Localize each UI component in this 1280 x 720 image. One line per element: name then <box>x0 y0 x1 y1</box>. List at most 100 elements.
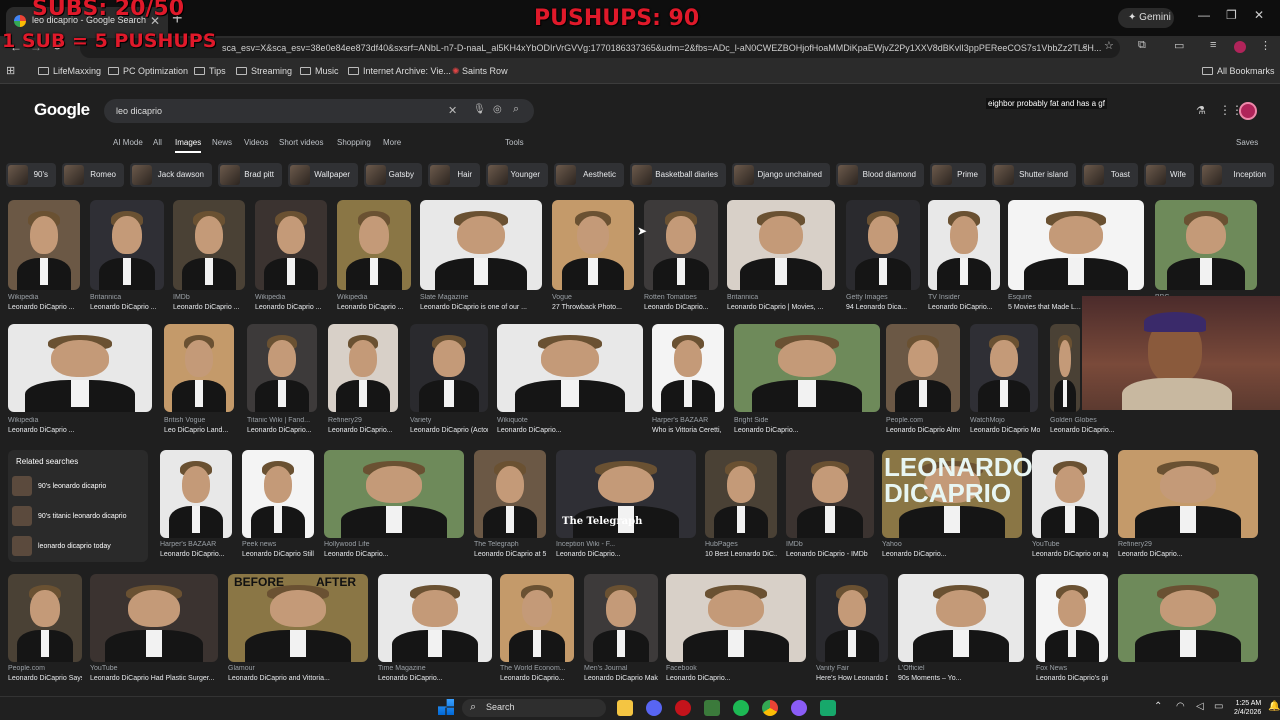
image-result[interactable] <box>705 450 777 538</box>
taskbar-search[interactable]: Search <box>462 699 606 717</box>
image-result[interactable] <box>164 324 234 412</box>
image-caption[interactable] <box>1118 665 1258 675</box>
app-icon[interactable] <box>704 700 720 716</box>
tools-button[interactable]: Tools <box>505 138 524 147</box>
image-caption[interactable]: Men's Journal Leonardo DiCaprio Makes Rar… <box>584 665 658 682</box>
image-result[interactable] <box>928 200 1000 290</box>
tab-shopping[interactable]: Shopping <box>337 138 371 147</box>
image-caption[interactable]: Fox News Leonardo DiCaprio's girlfriend .… <box>1036 665 1108 682</box>
chip[interactable]: Younger <box>486 163 548 187</box>
image-caption[interactable]: Golden Globes Leonardo DiCaprio... <box>1050 417 1120 434</box>
image-caption[interactable]: Time Magazine Leonardo DiCaprio... <box>378 665 492 682</box>
image-result[interactable] <box>420 200 542 290</box>
image-result[interactable] <box>886 324 960 412</box>
tab-short-videos[interactable]: Short videos <box>279 138 323 147</box>
minimize-icon[interactable]: — <box>1198 8 1210 22</box>
zoom-search-icon[interactable]: ⌕ <box>1082 40 1088 53</box>
image-caption[interactable]: Wikipedia Leonardo DiCaprio ... <box>337 294 411 311</box>
related-item[interactable]: 90's leonardo dicaprio <box>12 476 106 496</box>
image-result[interactable] <box>727 200 835 290</box>
chip[interactable]: Inception <box>1200 163 1274 187</box>
chip[interactable]: Toast <box>1082 163 1138 187</box>
image-caption[interactable]: IMDb Leonardo DiCaprio - IMDb <box>786 541 874 558</box>
image-caption[interactable]: Facebook Leonardo DiCaprio... <box>666 665 806 682</box>
chip[interactable]: Wife <box>1144 163 1194 187</box>
app-icon[interactable] <box>820 700 836 716</box>
image-caption[interactable]: Glamour Leonardo DiCaprio and Vittoria... <box>228 665 368 682</box>
bookmark-folder[interactable]: Streaming <box>236 66 292 76</box>
opera-icon[interactable] <box>675 700 691 716</box>
gemini-button[interactable]: ✦ Gemini <box>1118 8 1174 28</box>
image-result[interactable] <box>173 200 245 290</box>
lens-icon[interactable]: ◎ <box>493 104 502 115</box>
search-icon[interactable]: ⌕ <box>513 103 519 116</box>
clear-icon[interactable]: ✕ <box>448 104 457 117</box>
image-result[interactable] <box>666 574 806 662</box>
bookmark-folder[interactable]: LifeMaxxing <box>38 66 101 76</box>
image-result[interactable] <box>328 324 398 412</box>
image-caption[interactable]: HubPages 10 Best Leonardo DiC... <box>705 541 777 558</box>
image-caption[interactable]: Britannica Leonardo DiCaprio ... <box>90 294 164 311</box>
bookmark-star-icon[interactable]: ☆ <box>1104 39 1114 52</box>
image-caption[interactable]: Britannica Leonardo DiCaprio | Movies, ..… <box>727 294 835 311</box>
image-result[interactable] <box>247 324 317 412</box>
apps-grid-icon[interactable]: ⊞ <box>6 64 15 77</box>
notifications-icon[interactable]: 🔔 <box>1268 701 1280 712</box>
chrome-icon[interactable] <box>762 700 778 716</box>
search-input[interactable]: leo dicaprio <box>104 99 534 123</box>
tab-images[interactable]: Images <box>175 138 202 153</box>
tray-chevron-icon[interactable]: ⌃ <box>1154 701 1162 712</box>
image-result[interactable] <box>552 200 634 290</box>
bookmark-folder[interactable]: Tips <box>194 66 226 76</box>
related-item[interactable]: 90's titanic leonardo dicaprio <box>12 506 127 526</box>
image-result[interactable] <box>500 574 574 662</box>
extensions-icon[interactable]: ⧉ <box>1138 39 1146 52</box>
image-result[interactable] <box>255 200 327 290</box>
image-caption[interactable]: IMDb Leonardo DiCaprio ... <box>173 294 245 311</box>
image-caption[interactable]: Rotten Tomatoes Leonardo DiCaprio... <box>644 294 718 311</box>
chip[interactable]: Brad pitt <box>218 163 282 187</box>
image-result[interactable] <box>90 574 218 662</box>
image-result[interactable] <box>410 324 488 412</box>
image-result[interactable] <box>160 450 232 538</box>
profile-avatar[interactable] <box>1234 41 1246 53</box>
chip[interactable]: Jack dawson <box>130 163 212 187</box>
chip[interactable]: Django unchained <box>732 163 830 187</box>
image-result[interactable] <box>898 574 1024 662</box>
image-caption[interactable]: Slate Magazine Leonardo DiCaprio is one o… <box>420 294 542 311</box>
mic-icon[interactable]: 🎙 <box>473 104 486 115</box>
chip[interactable]: Aesthetic <box>554 163 624 187</box>
image-caption[interactable]: Inception Wiki - F... Leonardo DiCaprio..… <box>556 541 696 558</box>
tab-all[interactable]: All <box>153 138 162 147</box>
image-caption[interactable]: Bright Side Leonardo DiCaprio... <box>734 417 880 434</box>
google-logo[interactable]: Google <box>34 100 90 120</box>
image-caption[interactable]: Vogue 27 Throwback Photo... <box>552 294 634 311</box>
battery-icon[interactable]: ▭ <box>1214 701 1223 712</box>
browser-menu-icon[interactable]: ⋮ <box>1260 39 1271 52</box>
all-bookmarks[interactable]: All Bookmarks <box>1202 66 1275 76</box>
image-result[interactable] <box>1008 200 1144 290</box>
image-caption[interactable]: Wikipedia Leonardo DiCaprio ... <box>8 294 80 311</box>
image-caption[interactable]: Refinery29 Leonardo DiCaprio... <box>328 417 398 434</box>
chip[interactable]: Hair <box>428 163 480 187</box>
image-caption[interactable]: The Telegraph Leonardo DiCaprio at 50: Th… <box>474 541 546 558</box>
saves-button[interactable]: Saves <box>1236 138 1258 147</box>
maximize-icon[interactable]: ❐ <box>1226 8 1237 22</box>
address-bar[interactable]: sca_esv=X&sca_esv=38e0e84ee873df40&sxsrf… <box>80 38 1120 58</box>
bookmark-folder[interactable]: PC Optimization <box>108 66 188 76</box>
image-caption[interactable]: Harper's BAZAAR Who is Vittoria Ceretti, … <box>652 417 724 434</box>
image-result[interactable] <box>734 324 880 412</box>
image-result[interactable] <box>8 324 152 412</box>
clock[interactable]: 1:25 AM 2/4/2026 <box>1234 699 1261 717</box>
image-caption[interactable]: Refinery29 Leonardo DiCaprio... <box>1118 541 1258 558</box>
image-result[interactable] <box>1036 574 1108 662</box>
image-caption[interactable]: TV Insider Leonardo DiCaprio... <box>928 294 1000 311</box>
tab-more[interactable]: More <box>383 138 401 147</box>
tab-videos[interactable]: Videos <box>244 138 268 147</box>
discord-icon[interactable] <box>646 700 662 716</box>
image-caption[interactable]: British Vogue Leo DiCaprio Land... <box>164 417 234 434</box>
wifi-icon[interactable]: ◠ <box>1176 701 1185 712</box>
image-result[interactable] <box>1118 574 1258 662</box>
cast-icon[interactable]: ▭ <box>1174 39 1184 52</box>
tab-news[interactable]: News <box>212 138 232 147</box>
